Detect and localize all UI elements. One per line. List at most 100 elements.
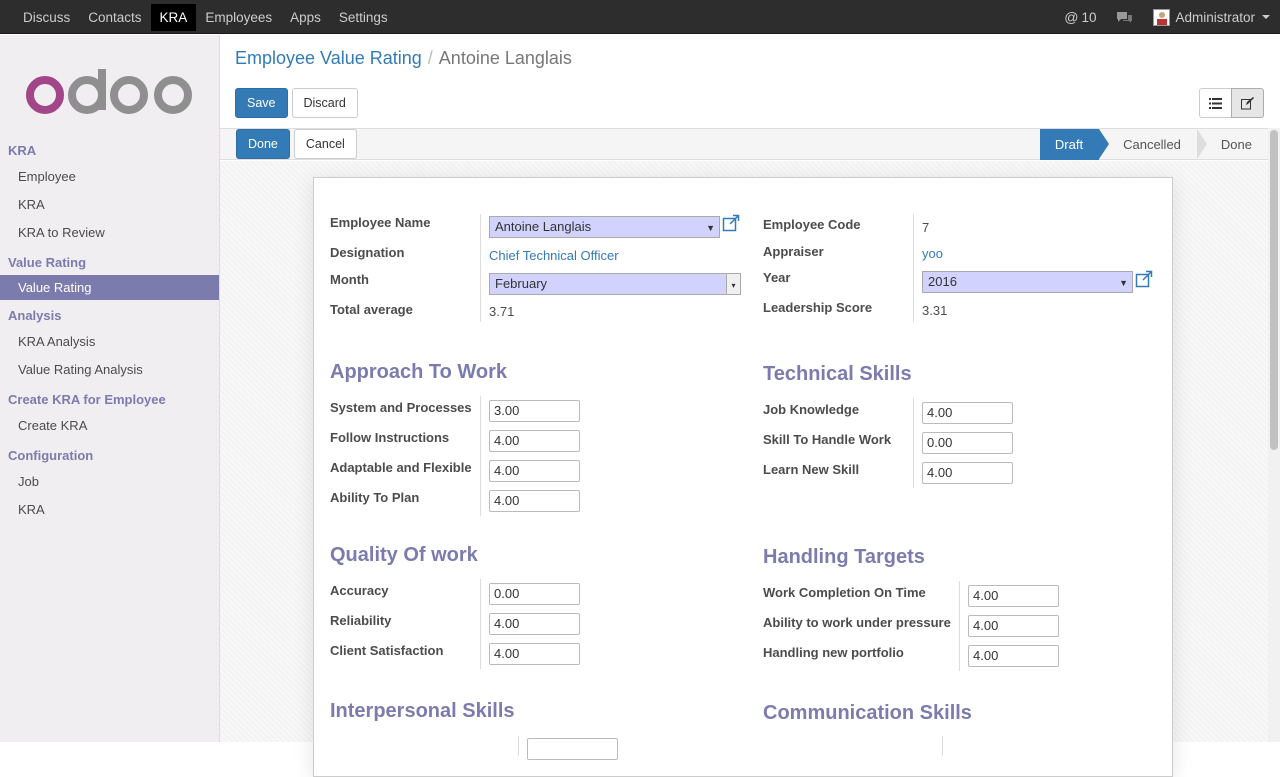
year-value: 2016	[928, 274, 957, 289]
stage-pipeline: Draft Cancelled Done	[1039, 129, 1268, 160]
stage-draft[interactable]: Draft	[1039, 129, 1110, 160]
employee-code-value: 7	[922, 220, 930, 235]
list-view-button[interactable]	[1199, 88, 1232, 118]
total-average-label: Total average	[330, 302, 413, 317]
external-link-icon[interactable]	[722, 214, 740, 232]
sidebar-item-kra[interactable]: KRA	[0, 191, 219, 219]
sidebar-item-config-kra[interactable]: KRA	[0, 496, 219, 524]
discard-button[interactable]: Discard	[291, 88, 358, 118]
breadcrumb: Employee Value Rating / Antoine Langlais	[235, 48, 572, 69]
scrollbar[interactable]	[1268, 128, 1280, 742]
employee-name-value: Antoine Langlais	[495, 219, 592, 234]
section-title-approach: Approach To Work	[330, 361, 508, 383]
field-label: Follow Instructions	[330, 430, 450, 445]
interpersonal-input[interactable]	[527, 738, 618, 760]
sidebar-section-analysis: Analysis	[8, 308, 62, 323]
job-knowledge-input[interactable]: 4.00	[922, 402, 1013, 424]
sidebar-item-employee[interactable]: Employee	[0, 163, 219, 191]
handling-portfolio-input[interactable]: 4.00	[968, 645, 1059, 667]
work-under-pressure-input[interactable]: 4.00	[968, 615, 1059, 637]
main-content: Employee Value Rating / Antoine Langlais S…	[220, 35, 1280, 777]
system-processes-input[interactable]: 3.00	[489, 400, 580, 422]
menu-kra[interactable]: KRA	[150, 4, 197, 31]
month-label: Month	[330, 272, 369, 287]
sidebar-item-value-rating-analysis[interactable]: Value Rating Analysis	[0, 356, 219, 384]
menu-employees[interactable]: Employees	[196, 0, 281, 33]
year-select[interactable]: 2016 ▼	[922, 271, 1133, 293]
dropdown-arrow-icon: ▼	[1119, 278, 1128, 288]
menu-settings[interactable]: Settings	[330, 0, 397, 33]
work-completion-input[interactable]: 4.00	[968, 585, 1059, 607]
divider	[480, 396, 481, 516]
odoo-logo	[26, 69, 192, 114]
month-select[interactable]: February ▾	[489, 273, 741, 295]
appraiser-value[interactable]: yoo	[922, 246, 943, 261]
field-label: Ability To Plan	[330, 490, 420, 505]
sidebar-item-job[interactable]: Job	[0, 468, 219, 496]
field-label: System and Processes	[330, 400, 472, 415]
sidebar-item-kra-to-review[interactable]: KRA to Review	[0, 219, 219, 247]
dropdown-arrow-icon: ▾	[726, 274, 740, 294]
accuracy-input[interactable]: 0.00	[489, 583, 580, 605]
status-bar: Done Cancel Draft Cancelled Done	[220, 128, 1268, 160]
breadcrumb-current: Antoine Langlais	[438, 48, 572, 68]
sidebar-item-value-rating[interactable]: Value Rating	[0, 275, 219, 300]
breadcrumb-separator: /	[427, 48, 433, 68]
year-label: Year	[763, 270, 791, 285]
external-link-icon[interactable]	[1135, 270, 1153, 288]
field-label: Handling new portfolio	[763, 645, 904, 660]
divider	[942, 736, 943, 756]
form-view-button[interactable]	[1231, 88, 1264, 118]
scrollbar-thumb[interactable]	[1270, 130, 1278, 450]
sidebar: KRA Employee KRA KRA to Review Value Rat…	[0, 35, 220, 742]
leadership-score-value: 3.31	[922, 303, 948, 318]
divider	[480, 579, 481, 669]
section-title-interpersonal: Interpersonal Skills	[330, 700, 515, 722]
employee-code-label: Employee Code	[763, 217, 861, 232]
section-title-technical: Technical Skills	[763, 363, 912, 385]
divider	[913, 214, 914, 322]
sidebar-item-create-kra[interactable]: Create KRA	[0, 412, 219, 440]
section-title-quality: Quality Of work	[330, 544, 478, 566]
avatar	[1153, 8, 1171, 26]
designation-label: Designation	[330, 245, 405, 260]
stage-cancelled[interactable]: Cancelled	[1099, 129, 1207, 160]
reliability-input[interactable]: 4.00	[489, 613, 580, 635]
sidebar-section-create-kra: Create KRA for Employee	[8, 392, 166, 407]
user-name: Administrator	[1175, 9, 1255, 25]
follow-instructions-input[interactable]: 4.00	[489, 430, 580, 452]
form-background: Employee Name Antoine Langlais ▼ Designa…	[220, 161, 1268, 777]
form-sheet: Employee Name Antoine Langlais ▼ Designa…	[313, 177, 1173, 777]
sidebar-section-configuration: Configuration	[8, 448, 94, 463]
sidebar-section-value-rating: Value Rating	[8, 255, 87, 270]
menu-apps[interactable]: Apps	[281, 0, 330, 33]
client-satisfaction-input[interactable]: 4.00	[489, 643, 580, 665]
field-label: Job Knowledge	[763, 402, 860, 417]
cancel-button[interactable]: Cancel	[293, 129, 357, 159]
user-menu[interactable]: Administrator	[1153, 8, 1270, 26]
at-icon: @	[1064, 9, 1079, 25]
messages-count: 10	[1081, 9, 1097, 25]
save-button[interactable]: Save	[235, 88, 288, 118]
stage-done[interactable]: Done	[1197, 129, 1268, 160]
breadcrumb-parent[interactable]: Employee Value Rating	[235, 48, 422, 68]
designation-value[interactable]: Chief Technical Officer	[489, 248, 619, 263]
total-average-value: 3.71	[489, 304, 515, 319]
month-value: February	[495, 276, 548, 291]
edit-icon	[1241, 96, 1254, 109]
done-button[interactable]: Done	[236, 129, 290, 159]
learn-new-skill-input[interactable]: 4.00	[922, 462, 1013, 484]
field-label: Reliability	[330, 613, 392, 628]
sidebar-section-kra: KRA	[8, 143, 37, 158]
employee-name-select[interactable]: Antoine Langlais ▼	[489, 216, 720, 238]
sidebar-item-kra-analysis[interactable]: KRA Analysis	[0, 328, 219, 356]
skill-handle-work-input[interactable]: 0.00	[922, 432, 1013, 454]
menu-discuss[interactable]: Discuss	[14, 0, 79, 33]
ability-to-plan-input[interactable]: 4.00	[489, 490, 580, 512]
view-switcher	[1199, 88, 1264, 118]
chat-button[interactable]	[1116, 11, 1133, 24]
menu-contacts[interactable]: Contacts	[79, 0, 150, 33]
adaptable-flexible-input[interactable]: 4.00	[489, 460, 580, 482]
leadership-score-label: Leadership Score	[763, 300, 873, 315]
messages-button[interactable]: @ 10	[1064, 9, 1096, 25]
